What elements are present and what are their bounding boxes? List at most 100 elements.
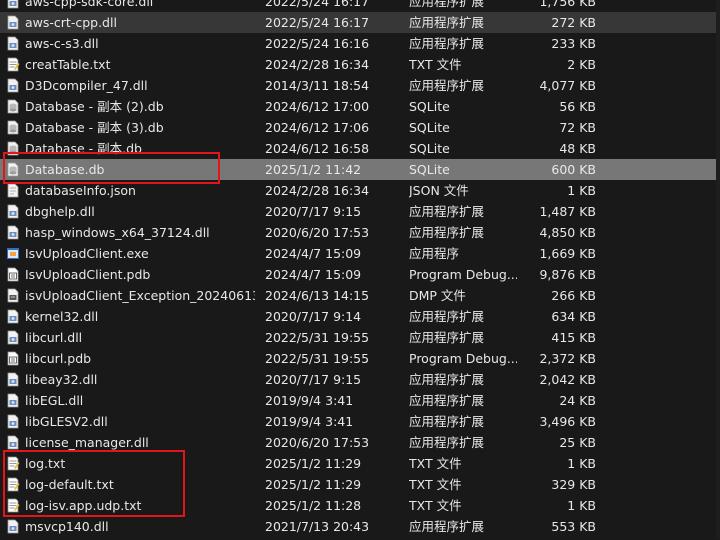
db-icon	[6, 120, 20, 135]
file-row[interactable]: IsvUploadClient.pdb 2024/4/7 15:09 Program…	[0, 264, 720, 285]
file-date-modified: 2025/1/2 11:29	[265, 456, 362, 471]
file-row[interactable]: libeay32.dll 2020/7/17 9:15 应用程序扩展 2,042 KB	[0, 369, 720, 390]
file-type: 应用程序扩展	[409, 435, 485, 450]
file-row[interactable]: dbghelp.dll 2020/7/17 9:15 应用程序扩展 1,487 KB	[0, 201, 720, 222]
file-size: 1 KB	[567, 498, 596, 513]
file-name: Database - 副本.db	[25, 141, 142, 156]
file-type: 应用程序扩展	[409, 330, 485, 345]
pdb-icon	[6, 351, 20, 366]
db-icon	[6, 141, 20, 156]
file-name: libGLESV2.dll	[25, 414, 108, 429]
txt-icon	[6, 456, 20, 471]
dll-icon	[6, 15, 20, 30]
file-size: 72 KB	[559, 120, 596, 135]
file-row[interactable]: Database - 副本.db 2024/6/12 16:58 SQLite 48 …	[0, 138, 720, 159]
file-row[interactable]: aws-crt-cpp.dll 2022/5/24 16:17 应用程序扩展 272 …	[0, 12, 720, 33]
file-row[interactable]: aws-cpp-sdk-core.dll 2022/5/24 16:17 应用程序扩…	[0, 0, 720, 12]
dll-icon	[6, 330, 20, 345]
file-row[interactable]: libcurl.dll 2022/5/31 19:55 应用程序扩展 415 KB	[0, 327, 720, 348]
dll-icon	[6, 372, 20, 387]
file-size: 553 KB	[551, 519, 596, 534]
file-date-modified: 2014/3/11 18:54	[265, 78, 370, 93]
file-name: creatTable.txt	[25, 57, 111, 72]
file-row[interactable]: hasp_windows_x64_37124.dll 2020/6/20 17:5…	[0, 222, 720, 243]
file-name: IsvUploadClient.exe	[25, 246, 149, 261]
file-type: TXT 文件	[409, 498, 462, 513]
file-name: isvUploadClient_Exception_20240613 ...	[25, 288, 255, 303]
file-size: 9,876 KB	[539, 267, 596, 282]
file-size: 1,756 KB	[539, 0, 596, 9]
file-type: SQLite	[409, 141, 450, 156]
dll-icon	[6, 519, 20, 534]
file-row[interactable]: license_manager.dll 2020/6/20 17:53 应用程序扩展…	[0, 432, 720, 453]
file-date-modified: 2020/7/17 9:14	[265, 309, 362, 324]
file-row[interactable]: msvcp140.dll 2021/7/13 20:43 应用程序扩展 553 KB	[0, 516, 720, 537]
file-name: Database.db	[25, 162, 105, 177]
file-row[interactable]: Database - 副本 (3).db 2024/6/12 17:06 SQLit…	[0, 117, 720, 138]
file-name: D3Dcompiler_47.dll	[25, 78, 148, 93]
file-type: SQLite	[409, 99, 450, 114]
file-date-modified: 2024/2/28 16:34	[265, 183, 370, 198]
file-row[interactable]: log.txt 2025/1/2 11:29 TXT 文件 1 KB	[0, 453, 720, 474]
file-row[interactable]: log-isv.app.udp.txt 2025/1/2 11:28 TXT 文件 1…	[0, 495, 720, 516]
file-name: Database - 副本 (3).db	[25, 120, 164, 135]
file-type: Program Debug...	[409, 351, 517, 366]
file-row[interactable]: libcurl.pdb 2022/5/31 19:55 Program Debug.…	[0, 348, 720, 369]
file-type: 应用程序扩展	[409, 36, 485, 51]
file-size: 4,850 KB	[539, 225, 596, 240]
file-row[interactable]: libEGL.dll 2019/9/4 3:41 应用程序扩展 24 KB	[0, 390, 720, 411]
file-size: 3,496 KB	[539, 414, 596, 429]
file-row[interactable]: creatTable.txt 2024/2/28 16:34 TXT 文件 2 KB	[0, 54, 720, 75]
file-type: 应用程序扩展	[409, 204, 485, 219]
file-date-modified: 2022/5/24 16:17	[265, 15, 370, 30]
scrollbar[interactable]	[716, 0, 720, 539]
file-size: 233 KB	[551, 36, 596, 51]
file-row[interactable]: kernel32.dll 2020/7/17 9:14 应用程序扩展 634 KB	[0, 306, 720, 327]
file-size: 48 KB	[559, 141, 596, 156]
file-date-modified: 2022/5/31 19:55	[265, 330, 370, 345]
file-date-modified: 2019/9/4 3:41	[265, 414, 354, 429]
file-type: TXT 文件	[409, 456, 462, 471]
file-date-modified: 2024/6/13 14:15	[265, 288, 370, 303]
db-icon	[6, 162, 20, 177]
file-name: aws-crt-cpp.dll	[25, 15, 117, 30]
file-row[interactable]: databaseInfo.json 2024/2/28 16:34 JSON 文件 1…	[0, 180, 720, 201]
dll-icon	[6, 225, 20, 240]
dll-icon	[6, 204, 20, 219]
file-date-modified: 2024/6/12 17:00	[265, 99, 370, 114]
file-size: 634 KB	[551, 309, 596, 324]
file-row[interactable]: IsvUploadClient.exe 2024/4/7 15:09 应用程序 1,6…	[0, 243, 720, 264]
file-name: log-isv.app.udp.txt	[25, 498, 142, 513]
file-date-modified: 2024/4/7 15:09	[265, 267, 362, 282]
file-name: aws-cpp-sdk-core.dll	[25, 0, 154, 9]
file-row[interactable]: Database - 副本 (2).db 2024/6/12 17:00 SQLit…	[0, 96, 720, 117]
file-size: 25 KB	[559, 435, 596, 450]
file-size: 600 KB	[551, 162, 596, 177]
file-row[interactable]: D3Dcompiler_47.dll 2014/3/11 18:54 应用程序扩展 4…	[0, 75, 720, 96]
txt-icon	[6, 498, 20, 513]
file-type: 应用程序扩展	[409, 372, 485, 387]
file-name: dbghelp.dll	[25, 204, 95, 219]
file-size: 4,077 KB	[539, 78, 596, 93]
file-size: 1 KB	[567, 183, 596, 198]
file-name: hasp_windows_x64_37124.dll	[25, 225, 210, 240]
file-name: msvcp140.dll	[25, 519, 109, 534]
file-date-modified: 2020/6/20 17:53	[265, 435, 370, 450]
file-name: log.txt	[25, 456, 66, 471]
file-size: 1,487 KB	[539, 204, 596, 219]
dmp-icon	[6, 288, 20, 303]
file-row[interactable]: aws-c-s3.dll 2022/5/24 16:16 应用程序扩展 233 KB	[0, 33, 720, 54]
file-row[interactable]: log-default.txt 2025/1/2 11:29 TXT 文件 329 K…	[0, 474, 720, 495]
file-row[interactable]: Database.db 2025/1/2 11:42 SQLite 600 KB	[0, 159, 720, 180]
file-size: 415 KB	[551, 330, 596, 345]
dll-icon	[6, 435, 20, 450]
dll-icon	[6, 78, 20, 93]
dll-icon	[6, 393, 20, 408]
file-row[interactable]: isvUploadClient_Exception_20240613 ... 20…	[0, 285, 720, 306]
file-name: libcurl.dll	[25, 330, 83, 345]
dll-icon	[6, 0, 20, 9]
file-row[interactable]: libGLESV2.dll 2019/9/4 3:41 应用程序扩展 3,496 KB	[0, 411, 720, 432]
file-date-modified: 2024/4/7 15:09	[265, 246, 362, 261]
file-type: Program Debug...	[409, 267, 517, 282]
file-date-modified: 2024/6/12 17:06	[265, 120, 370, 135]
